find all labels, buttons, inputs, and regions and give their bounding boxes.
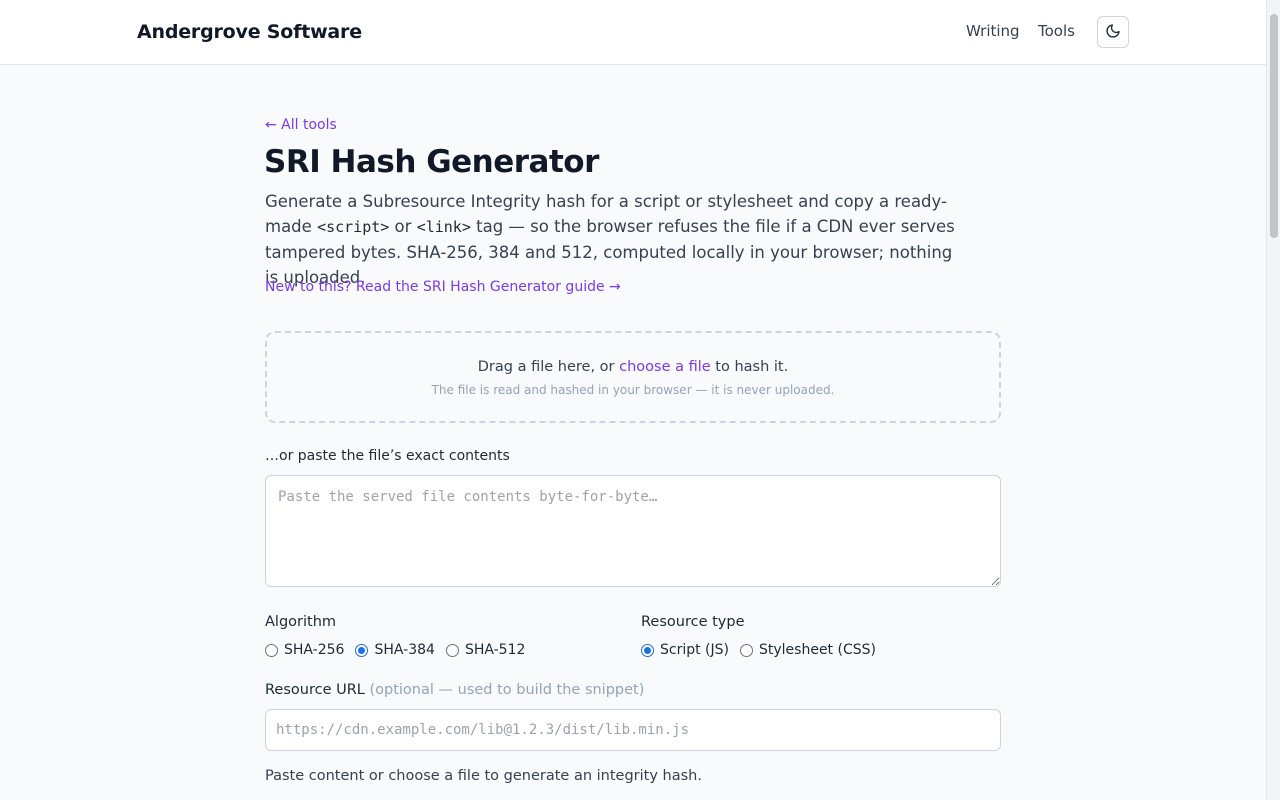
dropzone-text-before: Drag a file here, or <box>477 359 620 375</box>
resource-url-input[interactable] <box>265 709 1001 751</box>
radio-sha-384-label: SHA-384 <box>374 642 435 658</box>
file-dropzone[interactable]: Drag a file here, or choose a file to ha… <box>265 331 1001 423</box>
script-tag-code: <script> <box>317 218 390 236</box>
radio-stylesheet-css-label: Stylesheet (CSS) <box>759 642 876 658</box>
radio-script-js-dot[interactable] <box>641 643 654 657</box>
resource-url-hint: (optional — used to build the snippet) <box>369 682 645 698</box>
moon-icon <box>1105 23 1121 42</box>
page-scrollbar[interactable] <box>1266 0 1280 800</box>
dropzone-text-after: to hash it. <box>710 359 789 375</box>
brand-logo[interactable]: Andergrove Software <box>137 21 362 43</box>
resource-url-label: Resource URL (optional — used to build t… <box>265 682 644 698</box>
algorithm-label: Algorithm <box>265 614 337 630</box>
radio-sha-512-label: SHA-512 <box>464 642 526 658</box>
status-message: Paste content or choose a file to genera… <box>265 768 702 784</box>
intro-text: Generate a Subresource Integrity hash fo… <box>265 189 955 290</box>
radio-script-js-label: Script (JS) <box>660 642 729 658</box>
resource-type-radio-group: Script (JS) Stylesheet (CSS) <box>641 642 887 658</box>
algorithm-radio-group: SHA-256 SHA-384 SHA-512 <box>265 642 536 658</box>
resource-url-label-text: Resource URL <box>265 682 365 698</box>
radio-script-js[interactable]: Script (JS) <box>641 642 729 658</box>
dropzone-note: The file is read and hashed in your brow… <box>431 383 835 397</box>
link-tag-code: <link> <box>416 218 471 236</box>
resource-type-label: Resource type <box>641 614 745 630</box>
top-bar: Andergrove Software Writing Tools <box>0 0 1266 65</box>
page-title: SRI Hash Generator <box>264 144 599 180</box>
radio-sha-384[interactable]: SHA-384 <box>355 642 435 658</box>
theme-toggle-button[interactable] <box>1097 16 1129 48</box>
radio-sha-512-dot[interactable] <box>445 643 459 657</box>
radio-sha-384-dot[interactable] <box>355 643 369 657</box>
radio-stylesheet-css-dot[interactable] <box>740 643 753 657</box>
scrollbar-thumb[interactable] <box>1270 14 1278 238</box>
intro-part-2: or <box>389 217 417 236</box>
paste-contents-textarea[interactable] <box>265 475 1001 587</box>
dropzone-prompt: Drag a file here, or choose a file to ha… <box>267 359 999 375</box>
nav-tools-link[interactable]: Tools <box>1038 22 1075 40</box>
guide-link[interactable]: New to this? Read the SRI Hash Generator… <box>265 279 621 295</box>
nav-writing-link[interactable]: Writing <box>966 22 1020 40</box>
choose-file-link[interactable]: choose a file <box>619 359 711 375</box>
radio-sha-512[interactable]: SHA-512 <box>445 642 526 658</box>
radio-sha-256-dot[interactable] <box>265 643 278 657</box>
radio-stylesheet-css[interactable]: Stylesheet (CSS) <box>740 642 876 658</box>
back-to-tools-link[interactable]: ← All tools <box>265 117 337 133</box>
radio-sha-256-label: SHA-256 <box>284 642 345 658</box>
paste-label: …or paste the file’s exact contents <box>265 448 510 464</box>
radio-sha-256[interactable]: SHA-256 <box>265 642 344 658</box>
